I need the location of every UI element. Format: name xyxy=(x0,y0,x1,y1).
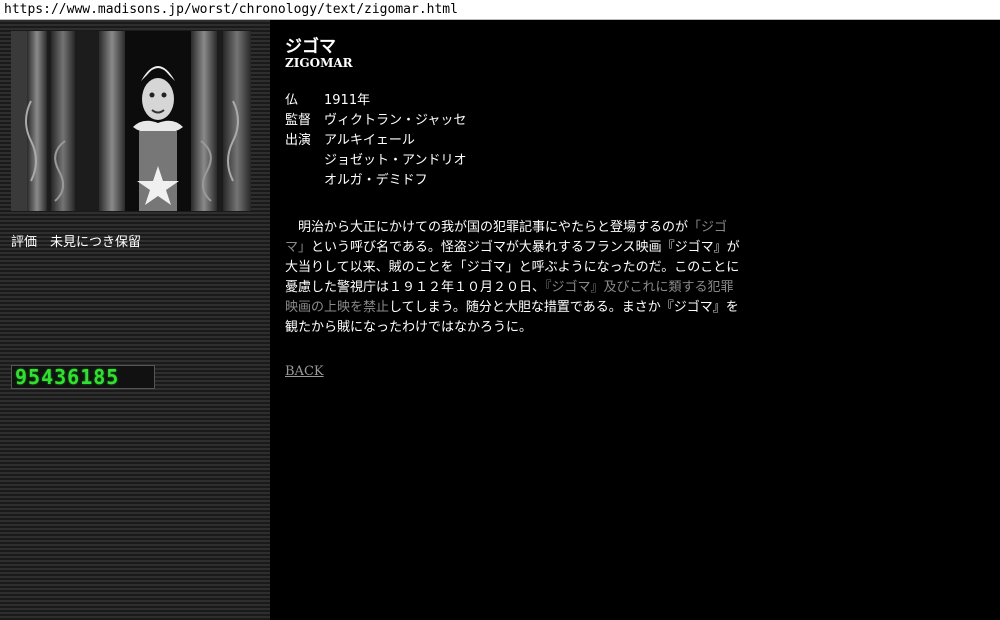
cast-row: 出演 アルキイェール xyxy=(285,129,415,148)
page-subtitle: ZIGOMAR xyxy=(285,56,353,70)
cast-member: オルガ・デミドフ xyxy=(324,173,428,188)
cast-member: ジョゼット・アンドリオ xyxy=(324,153,467,168)
rating-value: 未見につき保留 xyxy=(50,235,142,250)
page-title: ジゴマ xyxy=(285,37,336,57)
release-info: 仏 1911年 xyxy=(285,89,370,108)
director-name: ヴィクトラン・ジャッセ xyxy=(324,113,467,128)
director-label: 監督 xyxy=(285,113,312,128)
review-text: 明治から大正にかけての我が国の犯罪記事にやたらと登場するのが「ジゴマ」という呼び… xyxy=(285,218,745,338)
sidebar: 評価 未見につき保留 95436185 xyxy=(0,20,270,620)
cast-label: 出演 xyxy=(285,133,312,148)
main-content: ジゴマ ZIGOMAR 仏 1911年 監督 ヴィクトラン・ジャッセ 出演 アルキイェ… xyxy=(285,20,1000,620)
cast-member-row: オルガ・デミドフ xyxy=(324,169,428,188)
review-text-part: 明治から大正にかけての我が国の犯罪記事にやたらと登場するのが xyxy=(298,220,689,235)
cast-member-row: ジョゼット・アンドリオ xyxy=(324,149,466,168)
movie-still-graphic xyxy=(11,31,251,211)
back-link[interactable]: BACK xyxy=(285,364,324,379)
access-counter: 95436185 xyxy=(11,365,155,389)
movie-still-image xyxy=(11,31,251,211)
director-row: 監督 ヴィクトラン・ジャッセ xyxy=(285,109,466,128)
address-bar[interactable]: https://www.madisons.jp/worst/chronology… xyxy=(0,0,1000,20)
country-label: 仏 xyxy=(285,93,299,108)
cast-member: アルキイェール xyxy=(324,133,415,148)
release-year: 1911年 xyxy=(324,93,371,108)
rating: 評価 未見につき保留 xyxy=(11,231,141,250)
rating-label: 評価 xyxy=(11,235,38,250)
